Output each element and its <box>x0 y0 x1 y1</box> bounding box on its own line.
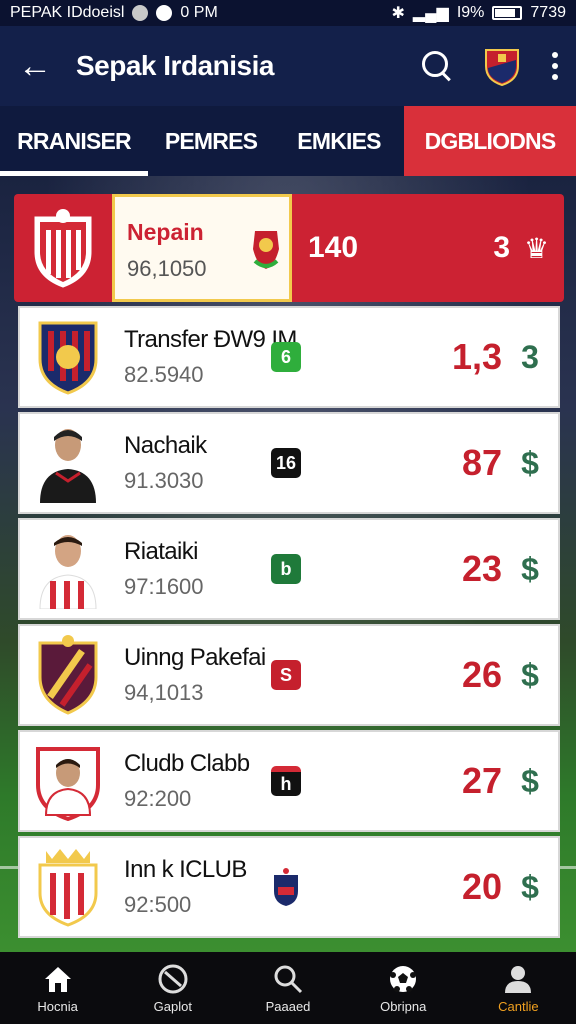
club-value: 23 <box>461 548 502 589</box>
club-sub: 82.5940 <box>124 362 204 387</box>
tab-rraniser[interactable]: RRANISER <box>0 106 148 176</box>
status-bar: PEPAK IDdoeisl 0 PM ✱ ▂▄▆ I9% 7739 <box>0 0 576 26</box>
club-value: 20 <box>461 866 502 907</box>
list-item[interactable]: Transfer ÐW9 IM 82.5940 6 1,3 3 <box>18 306 560 408</box>
club-crest-icon <box>38 849 98 927</box>
club-symbol: $ <box>521 762 539 799</box>
club-crest-icon <box>38 635 98 715</box>
bluetooth-icon: ✱ <box>391 5 405 22</box>
list-item[interactable]: Uinng Pakefai 94,1013 S 26 $ <box>18 624 560 726</box>
rank-chip: S <box>271 660 301 690</box>
club-name: Cludb Clabb <box>124 750 250 777</box>
club-name: Uinng Pakefai <box>124 644 266 671</box>
notification-icon <box>132 5 149 21</box>
nav-ball[interactable]: Obripna <box>346 952 461 1024</box>
status-time-right: 7739 <box>530 4 566 21</box>
club-sub: 92:200 <box>124 786 192 811</box>
rank-chip: h <box>271 766 301 796</box>
tab-dgbliodns[interactable]: DGBLIODNS <box>404 106 576 176</box>
rank-chip: b <box>271 554 301 584</box>
club-value: 87 <box>461 442 502 483</box>
ball-icon <box>390 965 417 992</box>
battery-percent: I9% <box>456 4 485 21</box>
club-value: 26 <box>461 654 502 695</box>
club-symbol: $ <box>521 868 539 905</box>
nav-search-label: Paaaed <box>265 998 311 1014</box>
featured-value-1: 140 <box>308 231 359 264</box>
profile-icon <box>505 965 532 993</box>
player-avatar <box>39 535 97 609</box>
club-sub: 94,1013 <box>124 680 204 705</box>
clock-icon <box>156 5 173 21</box>
rank-chip: 6 <box>271 342 301 372</box>
club-list: Nepain 96,1050 140 3 ♛ Transfer ÐW9 IM 8… <box>14 194 564 942</box>
club-name: Riataiki <box>124 538 199 565</box>
status-time-left: 0 PM <box>180 4 218 21</box>
club-crest-icon <box>38 321 98 395</box>
club-symbol: $ <box>521 550 539 587</box>
club-symbol: 3 <box>521 338 539 375</box>
player-avatar <box>36 747 100 821</box>
list-item[interactable]: Inn k ICLUB 92:500 20 $ <box>18 836 560 938</box>
club-name: Nachaik <box>124 432 207 459</box>
home-icon <box>44 966 71 992</box>
nav-home-label: Hocnia <box>37 998 78 1014</box>
club-value: 27 <box>461 760 502 801</box>
search-icon[interactable] <box>422 51 452 81</box>
app-bar: ← Sepak Irdanisia <box>0 26 576 106</box>
club-symbol: $ <box>521 656 539 693</box>
nav-gaplot[interactable]: Gaplot <box>115 952 230 1024</box>
rank-chip: 16 <box>271 448 301 478</box>
crown-icon: ♛ <box>524 232 550 264</box>
player-avatar <box>40 429 96 503</box>
featured-mini-crest-icon <box>253 231 279 269</box>
whistle-icon <box>158 964 188 993</box>
featured-value-2: 3 <box>493 231 510 264</box>
nav-ball-label: Obripna <box>380 998 427 1014</box>
list-item[interactable]: Cludb Clabb 92:200 h 27 $ <box>18 730 560 832</box>
back-arrow-icon[interactable]: ← <box>18 47 58 86</box>
carrier-label: PEPAK IDdoeisl <box>10 4 125 21</box>
club-crest-icon[interactable] <box>484 46 520 86</box>
club-name: Transfer ÐW9 IM <box>124 326 297 353</box>
nav-search[interactable]: Paaaed <box>230 952 345 1024</box>
tab-pemres[interactable]: PEMRES <box>148 106 274 176</box>
club-sub: 91.3030 <box>124 468 204 493</box>
search-icon <box>274 965 303 993</box>
featured-row[interactable]: Nepain 96,1050 140 3 ♛ <box>14 194 564 302</box>
signal-icon: ▂▄▆ <box>412 5 449 22</box>
list-item[interactable]: Nachaik 91.3030 16 87 $ <box>18 412 560 514</box>
club-value: 1,3 <box>451 336 502 377</box>
bottom-nav: Hocnia Gaplot Paaaed Obripna Cantlie <box>0 952 576 1024</box>
nav-profile[interactable]: Cantlie <box>461 952 576 1024</box>
nav-gaplot-label: Gaplot <box>153 998 192 1014</box>
club-sub: 92:500 <box>124 892 192 917</box>
club-name: Inn k ICLUB <box>124 856 247 883</box>
featured-crest-icon <box>34 209 92 288</box>
page-title: Sepak Irdanisia <box>76 50 274 81</box>
nav-profile-label: Cantlie <box>498 998 539 1014</box>
club-symbol: $ <box>521 444 539 481</box>
club-sub: 97:1600 <box>124 574 204 599</box>
tab-emkies[interactable]: EMKIES <box>274 106 404 176</box>
tab-bar: RRANISER PEMRES EMKIES DGBLIODNS <box>0 106 576 176</box>
rank-chip <box>274 868 298 906</box>
list-item[interactable]: Riataiki 97:1600 b 23 $ <box>18 518 560 620</box>
nav-home[interactable]: Hocnia <box>0 952 115 1024</box>
more-options-icon[interactable] <box>552 52 558 80</box>
battery-icon <box>492 6 523 20</box>
